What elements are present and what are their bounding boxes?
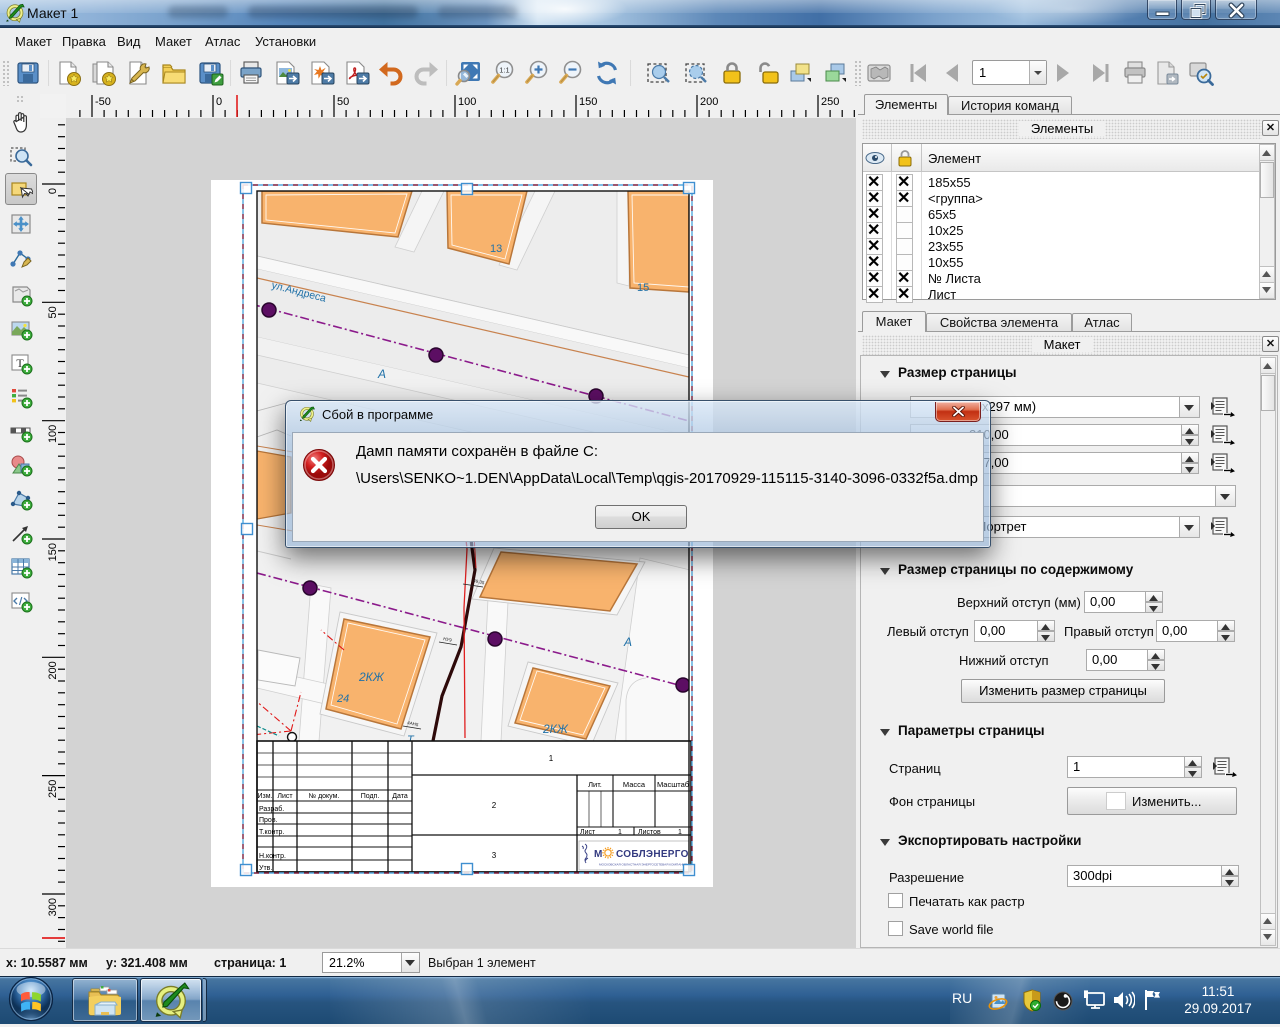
- svg-text:СОБЛЭНЕРГО: СОБЛЭНЕРГО: [616, 849, 689, 860]
- svg-text:Масса: Масса: [623, 780, 646, 789]
- svg-text:1:1: 1:1: [499, 66, 509, 75]
- svg-text:100: 100: [458, 96, 476, 108]
- svg-text:Листов: Листов: [638, 829, 661, 836]
- svg-text:24: 24: [336, 693, 349, 705]
- svg-text:1: 1: [678, 829, 682, 836]
- svg-text:Масштаб: Масштаб: [657, 780, 689, 789]
- svg-text:№ докум.: № докум.: [309, 793, 340, 800]
- svg-text:1: 1: [618, 829, 622, 836]
- svg-text:2КЖ: 2КЖ: [542, 722, 569, 736]
- svg-text:Лист: Лист: [277, 793, 293, 800]
- svg-text:300: 300: [47, 898, 59, 916]
- svg-text:Т.контр.: Т.контр.: [259, 829, 284, 836]
- svg-text:Разраб.: Разраб.: [259, 805, 284, 813]
- svg-text:13: 13: [490, 243, 502, 255]
- svg-text:1: 1: [549, 754, 554, 763]
- svg-text:250: 250: [47, 780, 59, 798]
- svg-text:-50: -50: [95, 96, 111, 108]
- svg-text:50: 50: [47, 306, 59, 318]
- svg-text:0: 0: [216, 96, 222, 108]
- svg-text:50: 50: [337, 96, 349, 108]
- svg-text:100: 100: [47, 425, 59, 443]
- svg-text:А: А: [377, 367, 386, 381]
- svg-text:2: 2: [492, 801, 497, 810]
- svg-text:Подп.: Подп.: [361, 793, 380, 800]
- svg-text:250: 250: [821, 96, 839, 108]
- svg-text:А: А: [623, 635, 632, 649]
- svg-text:Лист: Лист: [580, 829, 596, 836]
- svg-text:Утв.: Утв.: [259, 865, 272, 872]
- svg-text:200: 200: [47, 661, 59, 679]
- svg-text:М: М: [594, 849, 602, 860]
- svg-text:200: 200: [700, 96, 718, 108]
- svg-text:3: 3: [492, 851, 497, 860]
- svg-text:2КЖ: 2КЖ: [358, 670, 385, 684]
- svg-text:Лит.: Лит.: [588, 780, 602, 789]
- svg-text:150: 150: [579, 96, 597, 108]
- svg-text:150: 150: [47, 543, 59, 561]
- svg-text:Н.контр.: Н.контр.: [259, 853, 286, 860]
- svg-text:Изм.: Изм.: [258, 793, 273, 800]
- svg-text:МОСКОВСКАЯ ОБЛАСТНАЯ ЭНЕРГОСЕТ: МОСКОВСКАЯ ОБЛАСТНАЯ ЭНЕРГОСЕТЕВАЯ КОМПА…: [599, 863, 687, 867]
- svg-text:Пров.: Пров.: [259, 817, 278, 824]
- svg-text:0: 0: [47, 188, 59, 194]
- svg-text:Дата: Дата: [392, 793, 408, 800]
- svg-text:15: 15: [637, 282, 649, 294]
